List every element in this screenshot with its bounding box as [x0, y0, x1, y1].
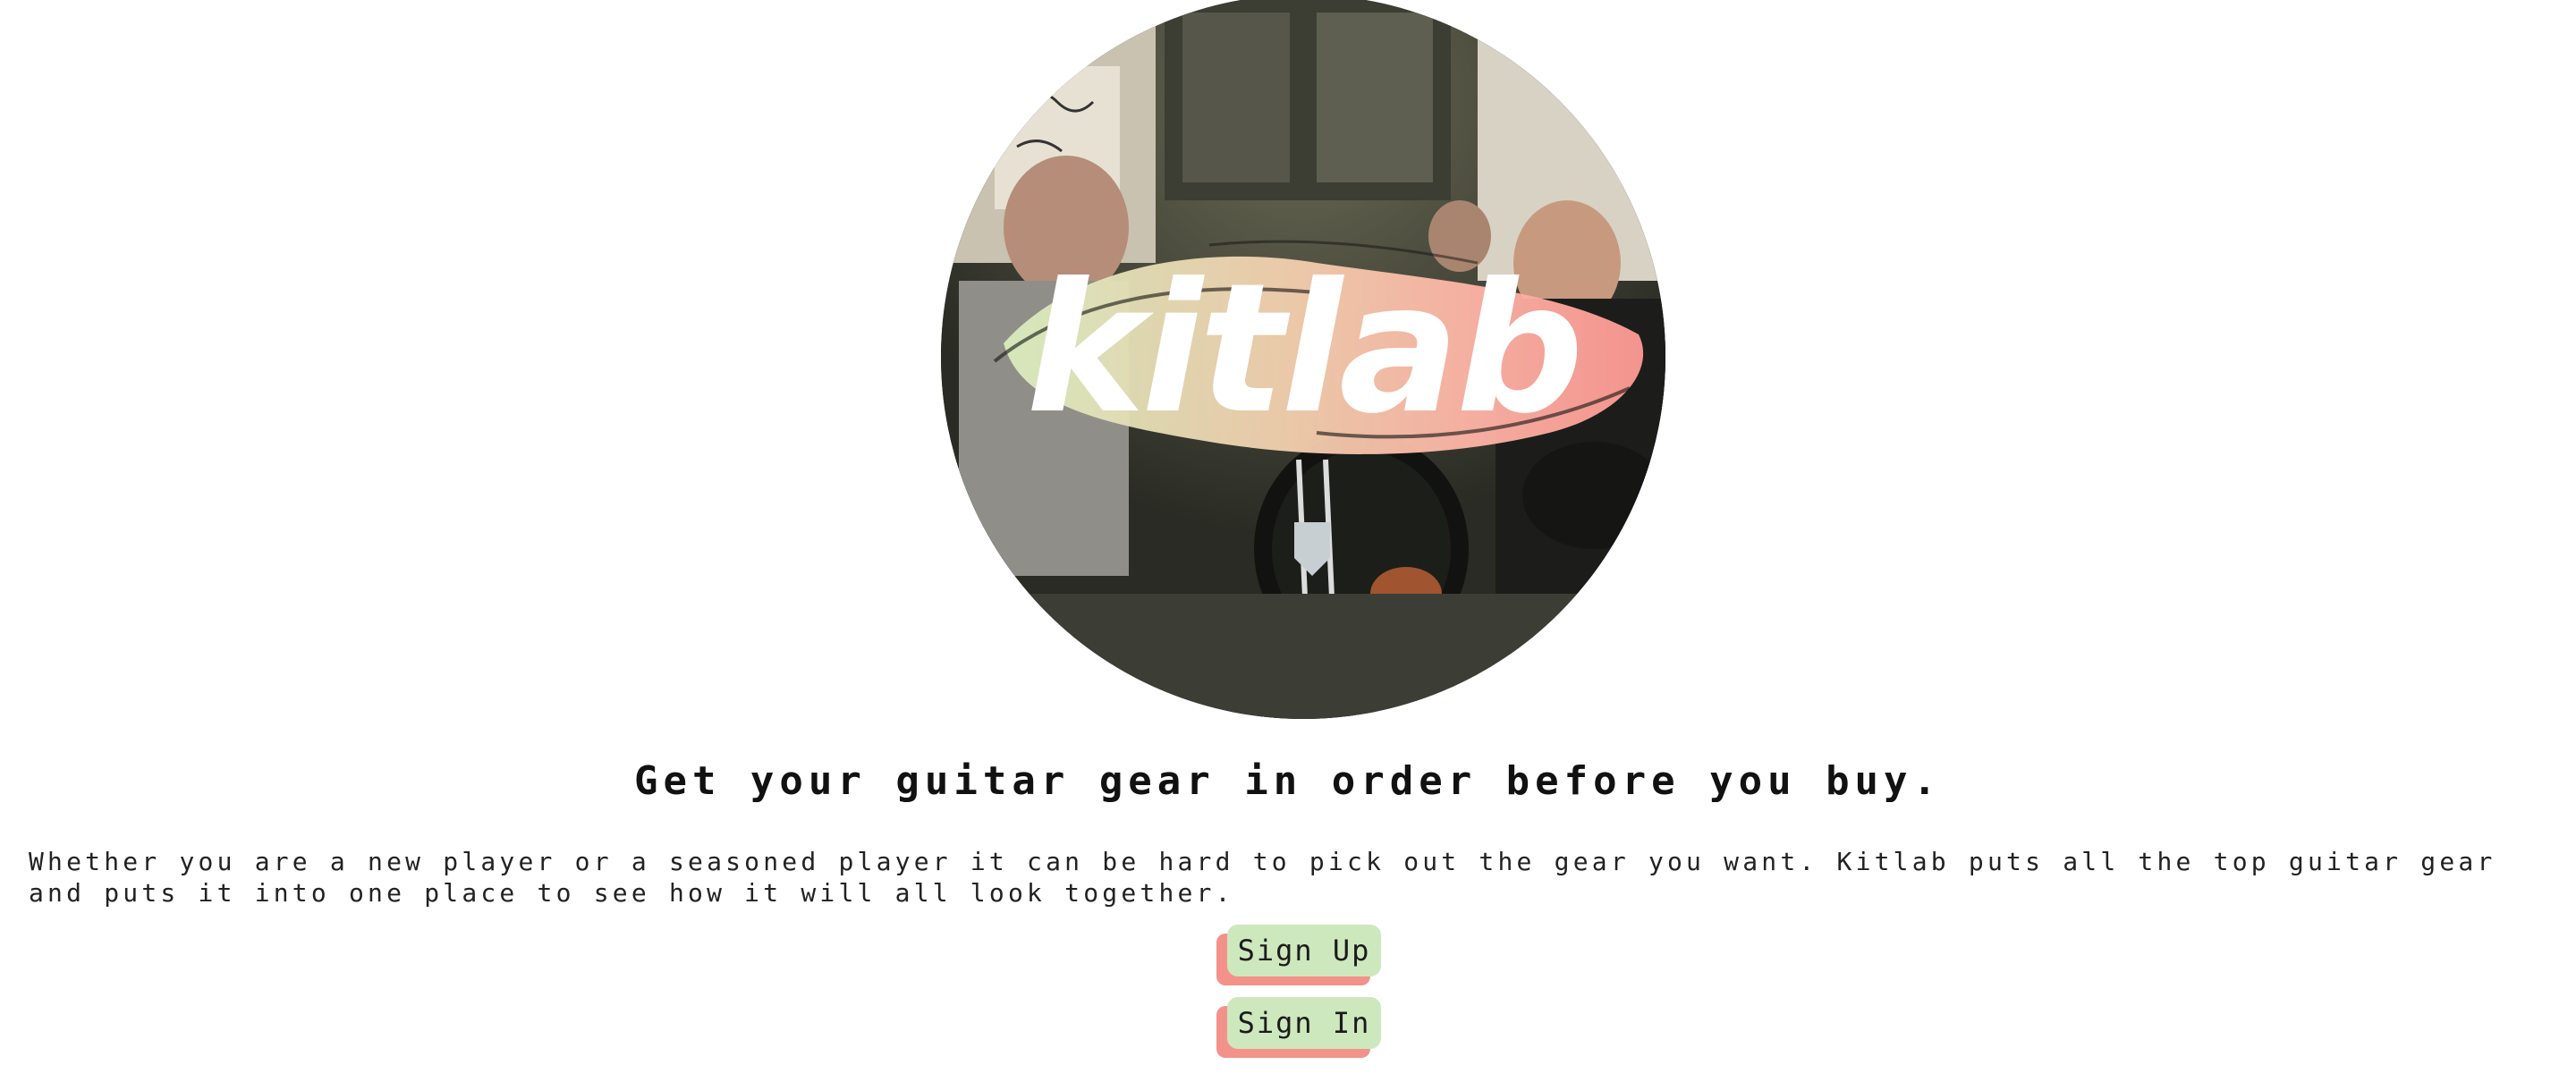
page-headline: Get your guitar gear in order before you…: [633, 758, 1943, 804]
hero-image: kitlab: [941, 0, 1665, 719]
kitlab-logo-text: kitlab: [1026, 245, 1580, 453]
band-photo-illustration: kitlab: [941, 0, 1665, 719]
sign-up-button[interactable]: Sign Up: [1227, 925, 1381, 976]
page-description: Whether you are a new player or a season…: [29, 847, 2496, 908]
sign-in-button[interactable]: Sign In: [1227, 997, 1381, 1049]
sign-in-button-wrapper: Sign In: [1216, 997, 1381, 1060]
sign-up-button-wrapper: Sign Up: [1216, 925, 1381, 987]
landing-page: kitlab Get your guitar gear in order bef…: [0, 0, 2576, 1082]
